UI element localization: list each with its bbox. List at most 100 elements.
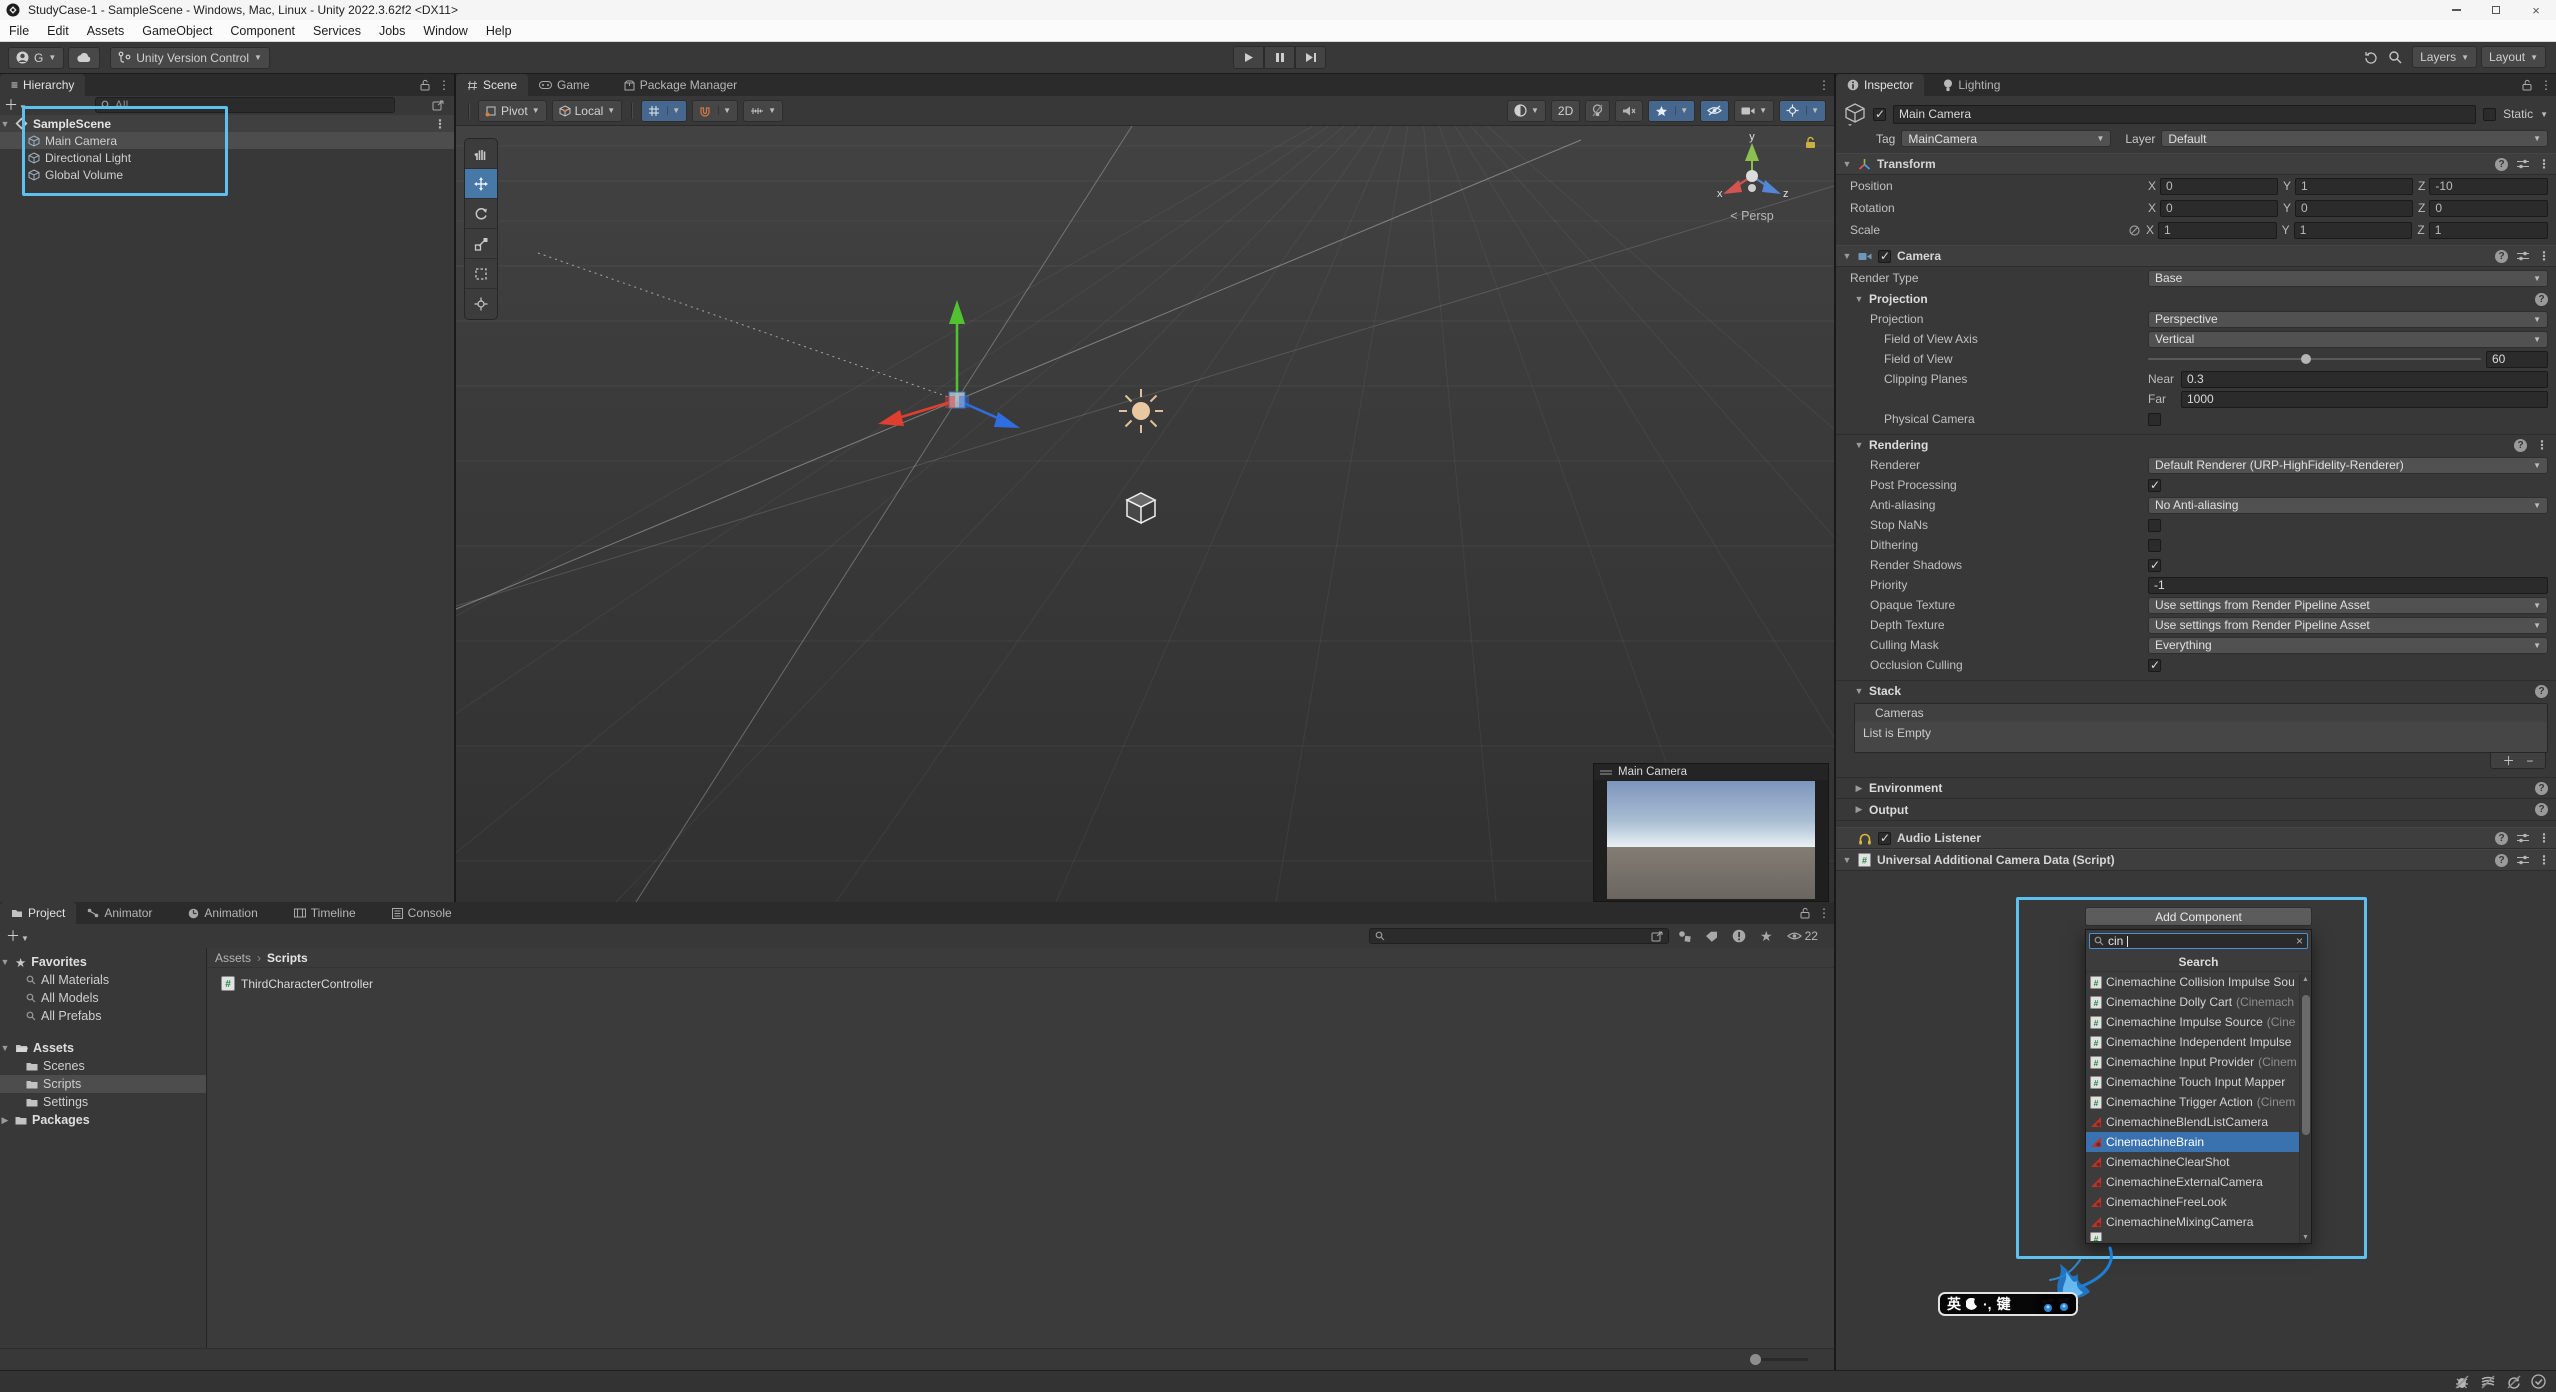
tab-project[interactable]: Project bbox=[0, 902, 76, 924]
projection-foldout[interactable]: ▼Projection ? bbox=[1836, 289, 2556, 309]
drag-handle-icon[interactable] bbox=[1600, 769, 1612, 776]
tab-console[interactable]: Console bbox=[381, 902, 463, 924]
foldout-caret[interactable]: ▼ bbox=[1842, 251, 1852, 261]
progress-ok-icon[interactable] bbox=[2531, 1374, 2546, 1389]
effects-caret[interactable]: ▼ bbox=[1675, 106, 1688, 115]
help-icon[interactable]: ? bbox=[2495, 250, 2508, 263]
filter-by-type-icon[interactable] bbox=[1678, 930, 1691, 942]
tag-dropdown[interactable]: MainCamera▼ bbox=[1901, 130, 2111, 147]
snap-toggle[interactable]: ▼ bbox=[692, 100, 738, 122]
favorite-all-materials[interactable]: All Materials bbox=[0, 971, 206, 989]
culling-mask-dropdown[interactable]: Everything▼ bbox=[2148, 637, 2548, 654]
menu-gameobject[interactable]: GameObject bbox=[133, 24, 221, 38]
search-icon[interactable] bbox=[2388, 50, 2402, 64]
step-button[interactable] bbox=[1295, 46, 1326, 69]
far-clip-field[interactable]: 1000 bbox=[2181, 391, 2548, 408]
lock-icon[interactable] bbox=[1800, 907, 1810, 919]
position-y-field[interactable]: 1 bbox=[2295, 178, 2413, 195]
hierarchy-item-global-volume[interactable]: Global Volume bbox=[0, 166, 454, 183]
account-dropdown[interactable]: G▼ bbox=[8, 47, 64, 69]
folder-scripts[interactable]: Scripts bbox=[0, 1075, 206, 1093]
occlusion-culling-checkbox[interactable] bbox=[2148, 659, 2161, 672]
anti-aliasing-dropdown[interactable]: No Anti-aliasing▼ bbox=[2148, 497, 2548, 514]
icon-size-slider[interactable] bbox=[1752, 1358, 1808, 1361]
post-processing-checkbox[interactable] bbox=[2148, 479, 2161, 492]
panel-menu-icon[interactable]: ⋮ bbox=[2540, 78, 2552, 92]
scrollbar-thumb[interactable] bbox=[2302, 995, 2310, 1135]
component-list-item[interactable]: CinemachineFreeLook bbox=[2086, 1192, 2311, 1212]
transform-tool[interactable] bbox=[465, 289, 497, 319]
environment-foldout[interactable]: ▶Environment ? bbox=[1836, 777, 2556, 799]
foldout-caret[interactable]: ▼ bbox=[1842, 159, 1852, 169]
foldout-caret[interactable]: ▼ bbox=[1842, 855, 1852, 865]
clear-search-icon[interactable]: × bbox=[2296, 934, 2303, 948]
ime-mode-label[interactable]: 英 bbox=[1947, 1294, 1961, 1314]
render-shadows-checkbox[interactable] bbox=[2148, 559, 2161, 572]
folder-settings[interactable]: Settings bbox=[0, 1093, 206, 1111]
gizmos-dropdown[interactable]: ▼ bbox=[1779, 100, 1826, 122]
ime-toolbar[interactable]: 英 ·, 键 bbox=[1938, 1292, 2078, 1316]
menu-edit[interactable]: Edit bbox=[38, 24, 78, 38]
hierarchy-search-input[interactable]: All bbox=[95, 97, 395, 113]
render-type-dropdown[interactable]: Base▼ bbox=[2148, 270, 2548, 287]
slider-knob[interactable] bbox=[1750, 1354, 1761, 1365]
gizmo-lock-icon[interactable] bbox=[1805, 136, 1816, 149]
pause-button[interactable] bbox=[1264, 46, 1295, 69]
component-list-item[interactable]: CinemachineExternalCamera bbox=[2086, 1172, 2311, 1192]
asset-item-script[interactable]: # ThirdCharacterController bbox=[207, 968, 1834, 991]
scale-y-field[interactable]: 1 bbox=[2294, 222, 2413, 239]
auto-refresh-disabled-icon[interactable] bbox=[2506, 1375, 2521, 1389]
favorites-root[interactable]: ▼★Favorites bbox=[0, 953, 206, 971]
static-flags-caret[interactable]: ▼ bbox=[2540, 110, 2548, 119]
rotation-z-field[interactable]: 0 bbox=[2429, 200, 2548, 217]
grid-options-caret[interactable]: ▼ bbox=[667, 106, 680, 115]
projection-mode-label[interactable]: < Persp bbox=[1710, 209, 1794, 223]
ime-punct-label[interactable]: ·, bbox=[1983, 1296, 1992, 1312]
projection-dropdown[interactable]: Perspective▼ bbox=[2148, 311, 2548, 328]
depth-texture-dropdown[interactable]: Use settings from Render Pipeline Asset▼ bbox=[2148, 617, 2548, 634]
lock-icon[interactable] bbox=[2522, 79, 2532, 91]
rotate-tool[interactable] bbox=[465, 199, 497, 229]
packages-root[interactable]: ▶ Packages bbox=[0, 1111, 206, 1129]
menu-window[interactable]: Window bbox=[414, 24, 476, 38]
scene-lighting-toggle[interactable] bbox=[1585, 100, 1610, 122]
tab-lighting[interactable]: Lighting bbox=[1932, 74, 2011, 96]
help-icon[interactable]: ? bbox=[2535, 685, 2548, 698]
panel-menu-icon[interactable]: ⋮ bbox=[1818, 906, 1830, 920]
menu-component[interactable]: Component bbox=[221, 24, 304, 38]
help-icon[interactable]: ? bbox=[2535, 782, 2548, 795]
panel-menu-icon[interactable]: ⋮ bbox=[438, 78, 450, 92]
menu-services[interactable]: Services bbox=[304, 24, 370, 38]
minimize-button[interactable] bbox=[2436, 0, 2476, 20]
component-menu-icon[interactable]: ⋮ bbox=[2538, 831, 2550, 845]
audio-mute-toggle[interactable] bbox=[1615, 100, 1643, 122]
opaque-texture-dropdown[interactable]: Use settings from Render Pipeline Asset▼ bbox=[2148, 597, 2548, 614]
renderer-dropdown[interactable]: Default Renderer (URP-HighFidelity-Rende… bbox=[2148, 457, 2548, 474]
presets-icon[interactable] bbox=[2517, 251, 2529, 261]
menu-assets[interactable]: Assets bbox=[78, 24, 134, 38]
tab-inspector[interactable]: Inspector bbox=[1836, 74, 1924, 96]
help-icon[interactable]: ? bbox=[2535, 803, 2548, 816]
component-enabled-checkbox[interactable] bbox=[1878, 832, 1891, 845]
remove-from-list-button[interactable]: − bbox=[2526, 754, 2533, 768]
component-search-input[interactable]: cin × bbox=[2089, 933, 2308, 949]
tab-animator[interactable]: Animator bbox=[76, 902, 163, 924]
physical-camera-checkbox[interactable] bbox=[2148, 413, 2161, 426]
scene-orientation-gizmo[interactable]: y x z < Persp bbox=[1710, 130, 1794, 230]
breadcrumb-root[interactable]: Assets bbox=[215, 951, 251, 965]
component-menu-icon[interactable]: ⋮ bbox=[2538, 157, 2550, 171]
burst-disabled-icon[interactable] bbox=[2480, 1375, 2496, 1389]
near-clip-field[interactable]: 0.3 bbox=[2181, 371, 2548, 388]
component-list-item[interactable]: #Cinemachine Trigger Action (Cinem bbox=[2086, 1092, 2311, 1112]
create-object-button[interactable]: ＋ bbox=[4, 95, 18, 115]
effects-dropdown[interactable]: ▼ bbox=[1648, 100, 1695, 122]
scroll-down-icon[interactable]: ▼ bbox=[2302, 1234, 2309, 1241]
foldout-caret[interactable]: ▼ bbox=[0, 119, 10, 129]
scale-x-field[interactable]: 1 bbox=[2158, 222, 2277, 239]
tab-animation[interactable]: Animation bbox=[177, 902, 268, 924]
2d-toggle[interactable]: 2D bbox=[1551, 100, 1580, 122]
debugger-disabled-icon[interactable] bbox=[2454, 1375, 2470, 1389]
help-icon[interactable]: ? bbox=[2495, 158, 2508, 171]
close-button[interactable]: × bbox=[2516, 0, 2556, 20]
component-list-item-partial[interactable]: # bbox=[2086, 1232, 2311, 1241]
